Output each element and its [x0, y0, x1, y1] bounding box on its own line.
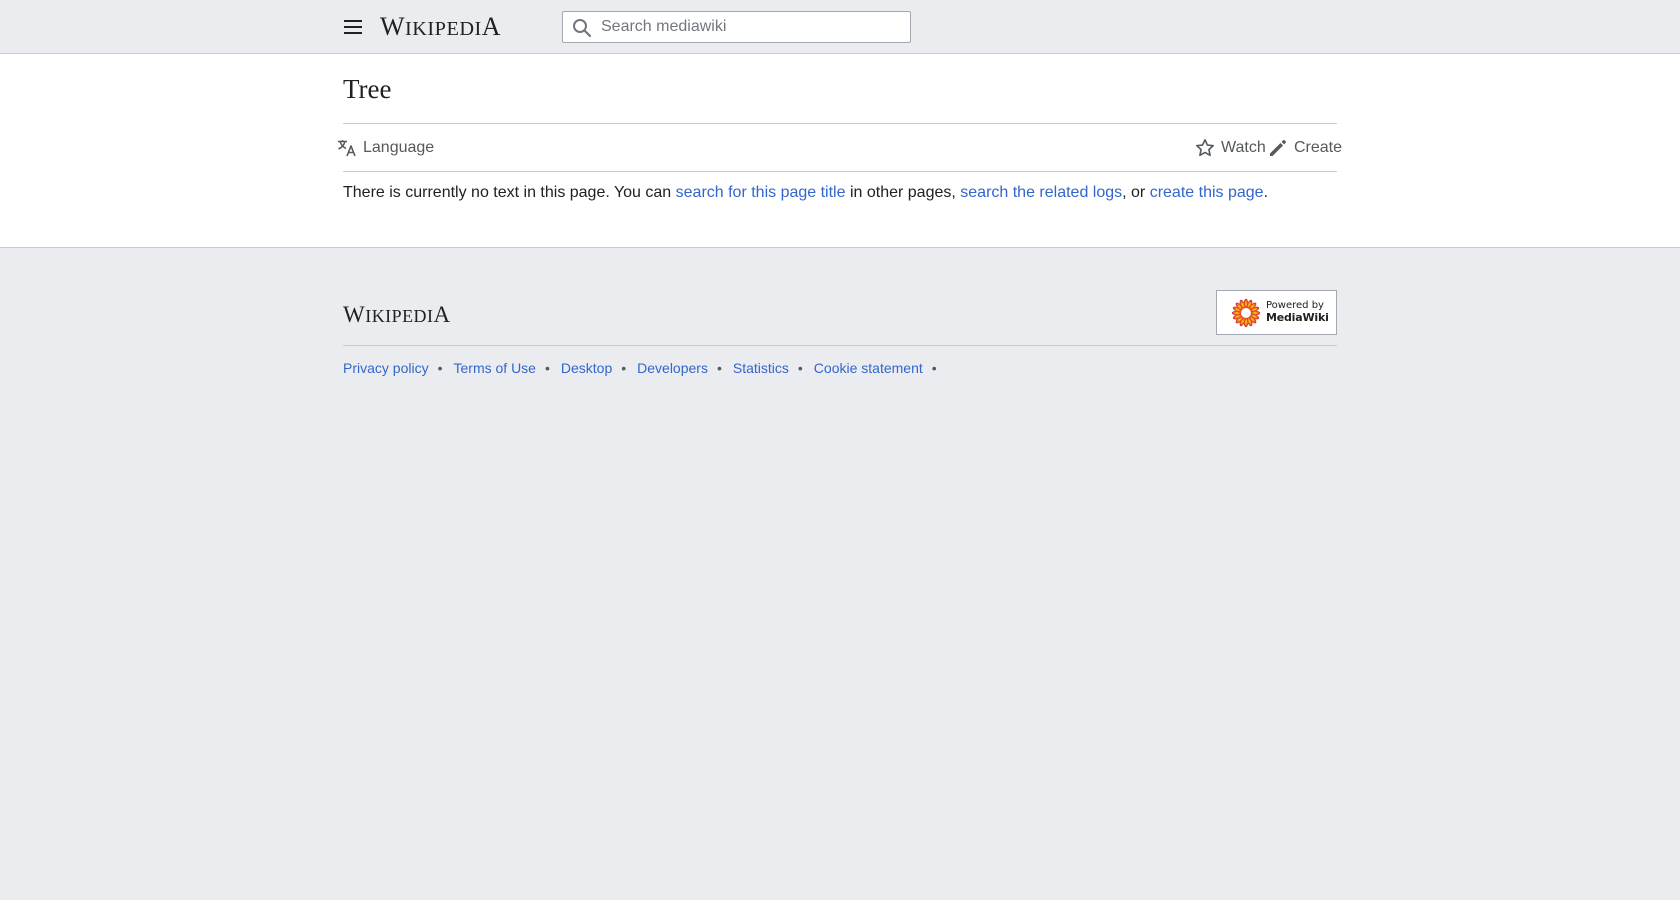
site-header: WIKIPEDIA	[0, 0, 1680, 54]
footer-separator: •	[621, 360, 627, 376]
wordmark-first-letter: W	[343, 302, 366, 327]
wikipedia-wordmark[interactable]: WIKIPEDIA	[380, 12, 501, 42]
watch-button[interactable]: Watch	[1195, 129, 1266, 167]
star-icon	[1196, 139, 1214, 157]
footer-separator: •	[544, 360, 550, 376]
pencil-icon	[1270, 140, 1286, 156]
wordmark-first-letter: W	[380, 12, 406, 41]
footer-separator: •	[931, 360, 937, 376]
powered-by-text: Powered by MediaWiki	[1266, 300, 1329, 324]
page-title: Tree	[343, 74, 392, 104]
footer-separator: •	[437, 360, 443, 376]
search-icon[interactable]	[572, 18, 592, 38]
footer-link-item: Desktop •	[561, 360, 637, 376]
wordmark-middle: IKIPEDI	[405, 18, 482, 40]
powered-by-line2: MediaWiki	[1266, 311, 1329, 324]
notice-text: .	[1263, 184, 1269, 201]
footer-separator: •	[797, 360, 803, 376]
footer-link-privacy-policy[interactable]: Privacy policy	[343, 360, 429, 376]
powered-by-mediawiki-badge[interactable]: Powered by MediaWiki	[1216, 290, 1337, 335]
create-page-link[interactable]: create this page	[1150, 184, 1264, 201]
notice-text: There is currently no text in this page.…	[343, 184, 676, 201]
create-button[interactable]: Create	[1268, 129, 1342, 167]
search-input[interactable]	[597, 12, 907, 42]
footer-link-desktop[interactable]: Desktop	[561, 360, 612, 376]
toolbar-divider	[343, 171, 1337, 172]
footer-separator: •	[716, 360, 722, 376]
footer-link-terms-of-use[interactable]: Terms of Use	[454, 360, 536, 376]
page-content: Tree Language Watch Create There is curr…	[0, 54, 1680, 248]
search-related-logs-link[interactable]: search the related logs	[960, 184, 1122, 201]
footer-link-item: Terms of Use •	[454, 360, 561, 376]
footer-link-item: Statistics •	[733, 360, 814, 376]
wordmark-last-letter: A	[433, 302, 451, 327]
footer-link-statistics[interactable]: Statistics	[733, 360, 789, 376]
language-button[interactable]: Language	[337, 129, 434, 167]
search-box[interactable]	[562, 11, 911, 43]
language-icon	[338, 140, 356, 157]
hamburger-menu-icon[interactable]	[338, 13, 366, 41]
footer-link-developers[interactable]: Developers	[637, 360, 708, 376]
notice-text: in other pages,	[845, 184, 961, 201]
footer-link-item: Developers •	[637, 360, 733, 376]
footer-link-cookie-statement[interactable]: Cookie statement	[814, 360, 923, 376]
notice-text: , or	[1122, 184, 1150, 201]
create-label: Create	[1294, 139, 1343, 156]
watch-label: Watch	[1221, 139, 1266, 156]
mediawiki-flower-icon	[1231, 298, 1261, 328]
wordmark-last-letter: A	[481, 12, 501, 41]
footer-divider	[343, 345, 1337, 346]
search-page-title-link[interactable]: search for this page title	[676, 184, 846, 201]
footer-link-item: Cookie statement •	[814, 360, 948, 376]
no-text-notice: There is currently no text in this page.…	[343, 182, 1268, 204]
language-label: Language	[363, 139, 435, 156]
wordmark-middle: IKIPEDI	[365, 306, 434, 326]
footer-wikipedia-wordmark: WIKIPEDIA	[343, 302, 451, 328]
footer-links: Privacy policy • Terms of Use • Desktop • Deve…	[343, 360, 948, 376]
footer-link-item: Privacy policy •	[343, 360, 454, 376]
title-divider	[343, 123, 1337, 124]
